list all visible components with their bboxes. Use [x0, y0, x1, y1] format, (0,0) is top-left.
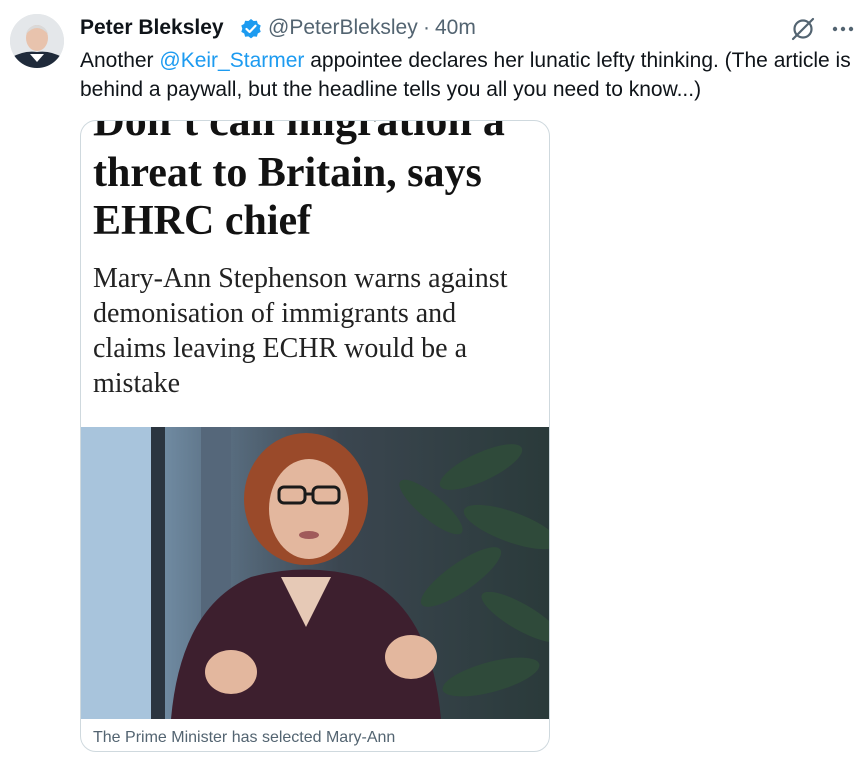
tweet-header: Peter Bleksley @PeterBleksley · 40m	[80, 14, 854, 44]
tweet-text-prefix: Another	[80, 49, 160, 72]
verified-badge-icon	[240, 18, 262, 40]
timestamp[interactable]: 40m	[435, 16, 476, 40]
more-options-icon[interactable]	[828, 14, 858, 44]
article-headline: threat to Britain, says EHRC chief	[93, 150, 482, 244]
tweet-text: Another @Keir_Starmer appointee declares…	[80, 46, 858, 104]
media-card[interactable]: Don't call migration a threat to Britain…	[80, 120, 550, 752]
grok-icon[interactable]	[788, 14, 818, 44]
article-photo[interactable]	[81, 427, 549, 719]
avatar[interactable]	[10, 14, 64, 68]
separator-dot: ·	[423, 16, 430, 39]
user-handle[interactable]: @PeterBleksley	[268, 16, 418, 40]
display-name[interactable]: Peter Bleksley	[80, 16, 224, 40]
photo-caption: The Prime Minister has selected Mary-Ann	[93, 729, 396, 746]
mention-link[interactable]: @Keir_Starmer	[159, 49, 304, 72]
article-standfirst: Mary-Ann Stephenson warns against demoni…	[93, 263, 508, 399]
headline-cut-line: Don't call migration a	[93, 120, 505, 145]
